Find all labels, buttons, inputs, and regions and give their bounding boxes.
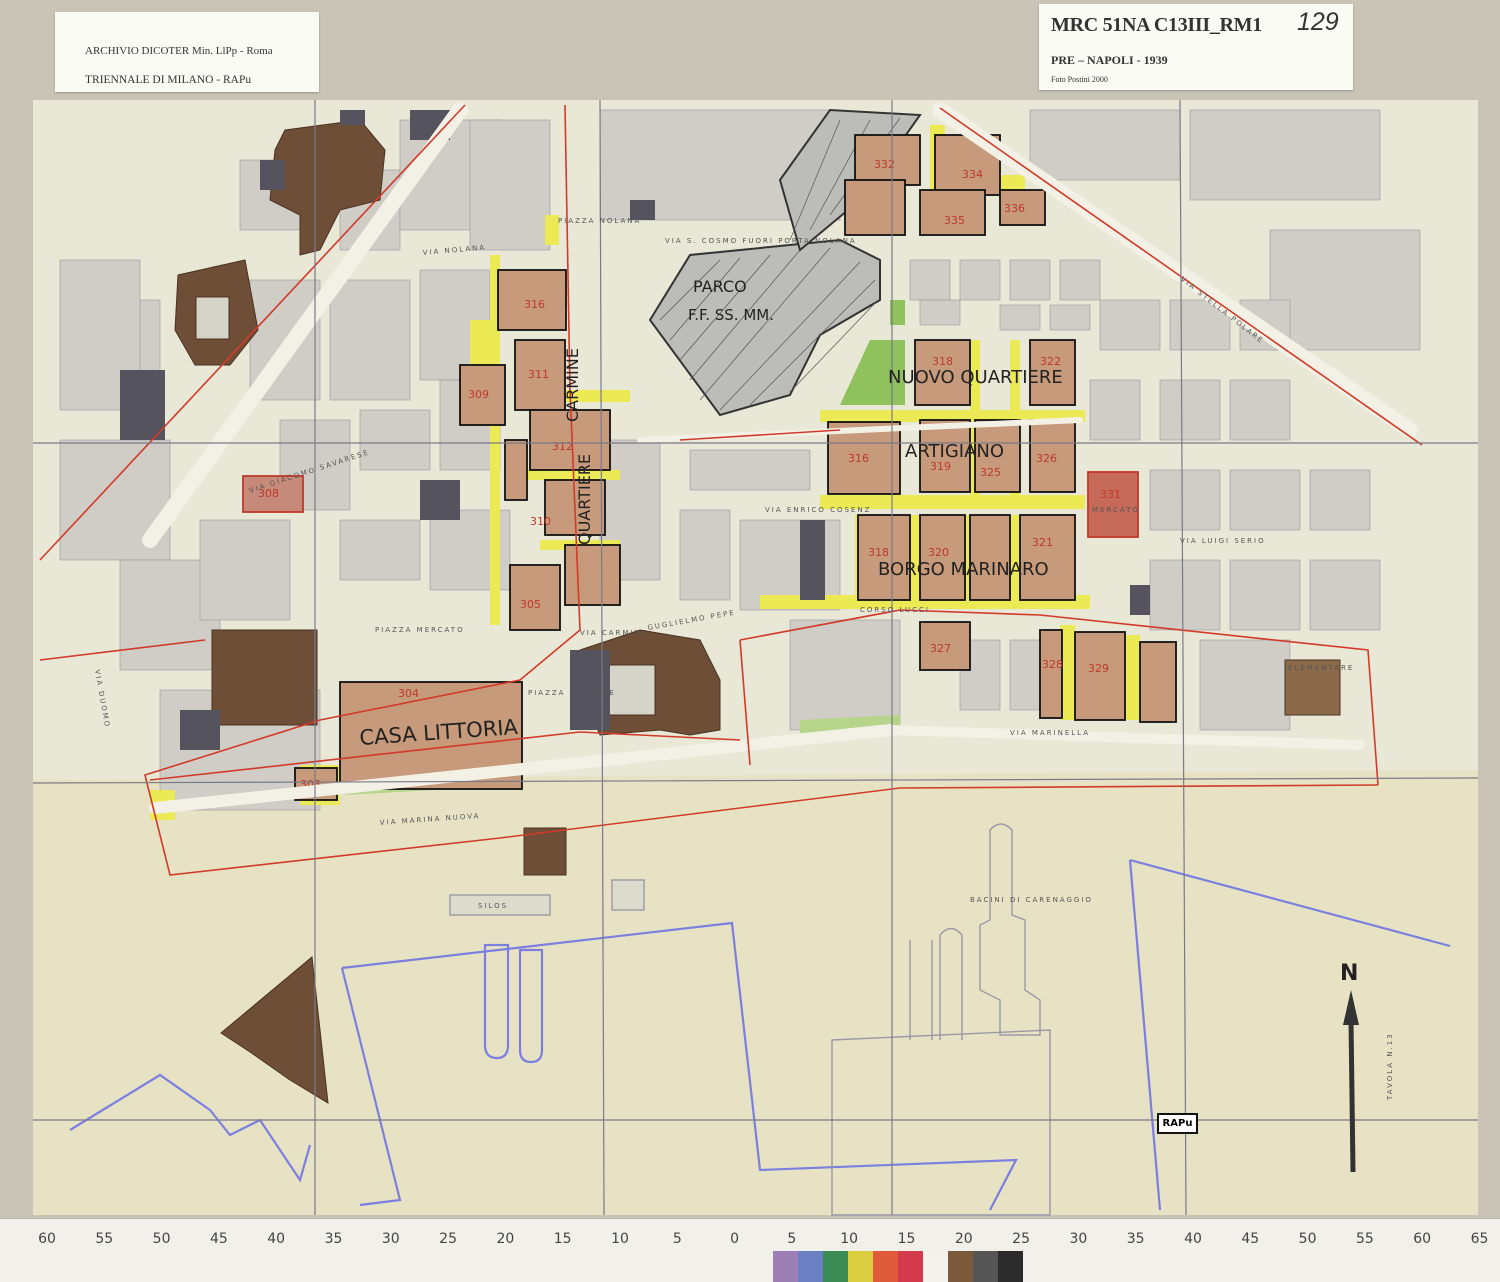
ruler-tick: 45 — [209, 1231, 228, 1247]
block-331: 331 — [1100, 488, 1121, 501]
block-318b: 318 — [868, 546, 889, 559]
ruler-tick: 40 — [267, 1231, 286, 1247]
ruler-tick: 45 — [1241, 1231, 1260, 1247]
ruler-tick: 0 — [730, 1231, 740, 1247]
ruler-tick: 35 — [324, 1231, 343, 1247]
color-swatch — [923, 1251, 948, 1282]
label-mercato: MERCATO — [1092, 506, 1140, 514]
ruler-tick: 65 — [1470, 1231, 1489, 1247]
block-310: 310 — [530, 515, 551, 528]
color-swatch — [898, 1251, 923, 1282]
ruler-tick: 5 — [787, 1231, 797, 1247]
color-swatch — [773, 1251, 798, 1282]
label-carmine: CARMINE — [563, 348, 582, 422]
block-309: 309 — [468, 388, 489, 401]
block-336: 336 — [1004, 202, 1025, 215]
north-label: N — [1340, 961, 1358, 986]
label-nuovo-quartiere: NUOVO QUARTIERE — [888, 367, 1063, 388]
ruler-tick: 30 — [1069, 1231, 1088, 1247]
block-334: 334 — [962, 168, 983, 181]
city-plan-map: 332 334 335 336 316 311 309 312 310 305 … — [32, 99, 1479, 1216]
label-silos: SILOS — [478, 902, 508, 910]
label-elementare: ELEMENTARE — [1288, 664, 1354, 672]
ruler-tick: 20 — [496, 1231, 515, 1247]
label-via-cosenz: VIA ENRICO COSENZ — [765, 506, 871, 514]
block-328: 328 — [1042, 658, 1063, 671]
block-316b: 316 — [848, 452, 869, 465]
ruler-tick: 15 — [553, 1231, 572, 1247]
ruler-tick: 55 — [1355, 1231, 1374, 1247]
block-304: 304 — [398, 687, 419, 700]
block-335: 335 — [944, 214, 965, 227]
label-piazza-carmine: PIAZZA CARMINE — [528, 689, 616, 697]
rapu-stamp: RAPu — [1157, 1113, 1198, 1134]
ruler-tick: 50 — [1298, 1231, 1317, 1247]
color-swatch — [848, 1251, 873, 1282]
label-bacini: BACINI DI CARENAGGIO — [970, 896, 1093, 904]
label-via-cosmo: VIA S. COSMO FUORI PORTA NOLANA — [665, 237, 857, 245]
port-area — [33, 770, 1478, 1215]
label-via-carmine: VIA CARMINE — [580, 629, 648, 637]
block-305: 305 — [520, 598, 541, 611]
color-swatch — [973, 1251, 998, 1282]
ruler-tick: 5 — [672, 1231, 682, 1247]
label-corso-lucci: CORSO LUCCI — [860, 606, 930, 614]
ruler-tick: 25 — [439, 1231, 458, 1247]
block-326: 326 — [1036, 452, 1057, 465]
label-ffss: F.F. SS. MM. — [688, 306, 774, 324]
block-329: 329 — [1088, 662, 1109, 675]
label-via-marinella: VIA MARINELLA — [1010, 729, 1090, 737]
ruler-tick: 40 — [1184, 1231, 1202, 1247]
ruler-tick: 10 — [840, 1231, 859, 1247]
ruler-tick: 20 — [954, 1231, 973, 1247]
label-via-luigi-serio: VIA LUIGI SERIO — [1180, 537, 1266, 545]
courtyard — [195, 296, 230, 340]
color-swatch — [823, 1251, 848, 1282]
color-swatch — [948, 1251, 973, 1282]
block-321: 321 — [1032, 536, 1053, 549]
label-quartiere: QUARTIERE — [575, 454, 594, 545]
color-swatch — [998, 1251, 1023, 1282]
block-320: 320 — [928, 546, 949, 559]
color-swatches — [773, 1251, 1023, 1282]
block-325: 325 — [980, 466, 1001, 479]
ruler-tick: 50 — [152, 1231, 171, 1247]
block-311: 311 — [528, 368, 549, 381]
ruler-tick: 25 — [1012, 1231, 1031, 1247]
ruler-tick: 55 — [95, 1231, 114, 1247]
block-316a: 316 — [524, 298, 545, 311]
label-tavola: TAVOLA N.13 — [1386, 1032, 1394, 1101]
label-borgo-marinaro: BORGO MARINARO — [878, 559, 1049, 580]
ruler-tick: 30 — [381, 1231, 400, 1247]
block-327: 327 — [930, 642, 951, 655]
ruler-tick: 60 — [38, 1231, 56, 1247]
block-312: 312 — [552, 440, 573, 453]
scale-ruler: 60 55 50 45 40 35 30 25 20 15 10 5 0 5 10 15 20 25 30 35 40 4… — [0, 1218, 1500, 1282]
label-piazza-nolana: PIAZZA NOLANA — [558, 217, 641, 225]
label-artigiano: ARTIGIANO — [905, 441, 1004, 462]
label-piazza-mercato: PIAZZA MERCATO — [375, 626, 465, 634]
ruler-tick: 35 — [1126, 1231, 1145, 1247]
ruler-tick: 10 — [611, 1231, 629, 1247]
color-swatch — [798, 1251, 823, 1282]
ruler-tick: 60 — [1413, 1231, 1432, 1247]
ruler-tick: 15 — [897, 1231, 916, 1247]
label-parco: PARCO — [693, 277, 747, 296]
color-swatch — [873, 1251, 898, 1282]
